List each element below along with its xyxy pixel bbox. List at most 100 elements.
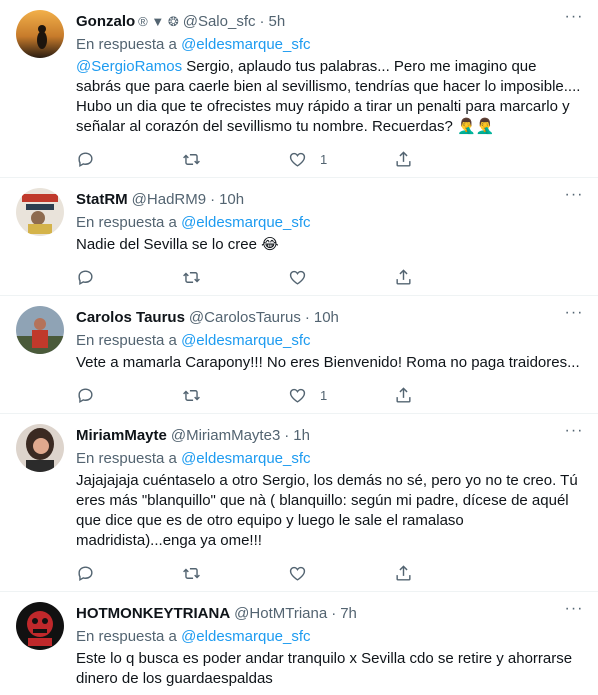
tweet-body: Vete a mamarla Carapony!!! No eres Bienv… [76,354,580,371]
reply-context: En respuesta a @eldesmarque_sfc [76,627,582,647]
tweet-actions [76,259,582,295]
share-icon [396,564,411,581]
reply-to-link[interactable]: @eldesmarque_sfc [181,450,310,467]
tweet-actions [76,555,582,591]
more-icon[interactable]: ··· [564,305,584,328]
author-name[interactable]: Gonzalo [76,12,135,32]
tweet-header: MiriamMayte @MiriamMayte3 · 1h [76,426,582,446]
reply-to-link[interactable]: @eldesmarque_sfc [181,214,310,231]
separator-dot: · [284,427,290,444]
tweet-text: Nadie del Sevilla se lo cree 😂 [76,235,582,255]
reply-prefix: En respuesta a [76,450,177,467]
reply-to-link[interactable]: @eldesmarque_sfc [181,36,310,53]
reply-icon [78,151,93,167]
retweet-button[interactable] [182,268,288,287]
reply-context: En respuesta a @eldesmarque_sfc [76,331,582,351]
reply-icon [78,269,93,285]
share-icon [396,386,411,403]
tweet-actions: 1 [76,377,582,413]
timestamp[interactable]: 5h [269,12,286,32]
share-button[interactable] [394,386,500,405]
tweet-body: Jajajajaja cuéntaselo a otro Sergio, los… [76,472,578,549]
like-count: 1 [320,387,328,403]
timestamp[interactable]: 10h [314,308,339,328]
like-icon [289,152,306,167]
author-name[interactable]: MiriamMayte [76,426,167,446]
share-icon [396,150,411,167]
reply-to-link[interactable]: @eldesmarque_sfc [181,332,310,349]
tweet[interactable]: ··· Gonzalo ® ▼ ❂ @Salo_sfc · 5h En resp… [0,0,598,178]
reply-prefix: En respuesta a [76,36,177,53]
avatar[interactable] [16,306,64,354]
reply-icon [78,565,93,581]
more-icon[interactable]: ··· [564,601,584,624]
tweet-body: Nadie del Sevilla se lo cree [76,236,257,253]
laughing-emoji: 😂 [261,236,279,253]
author-handle[interactable]: @HadRM9 [132,190,206,210]
author-handle[interactable]: @Salo_sfc [183,12,256,32]
reply-prefix: En respuesta a [76,214,177,231]
reply-context: En respuesta a @eldesmarque_sfc [76,449,582,469]
more-icon[interactable]: ··· [564,9,584,32]
reply-button[interactable] [76,564,182,583]
like-count: 1 [320,151,328,167]
name-badges: ® ▼ ❂ [138,14,179,29]
like-icon [289,566,306,581]
tweet[interactable]: ··· HOTMONKEYTRIANA @HotMTriana · 7h En … [0,592,598,695]
like-button[interactable] [288,564,394,583]
more-icon[interactable]: ··· [564,423,584,446]
like-button[interactable] [288,268,394,287]
tweet[interactable]: ··· MiriamMayte @MiriamMayte3 · 1h En re… [0,414,598,592]
like-button[interactable]: 1 [288,386,394,405]
share-button[interactable] [394,268,500,287]
tweet-body: Este lo q busca es poder andar tranquilo… [76,650,573,687]
avatar[interactable] [16,602,64,650]
author-name[interactable]: StatRM [76,190,128,210]
reply-context: En respuesta a @eldesmarque_sfc [76,213,582,233]
tweet-header: Gonzalo ® ▼ ❂ @Salo_sfc · 5h [76,12,582,32]
reply-prefix: En respuesta a [76,628,177,645]
reply-prefix: En respuesta a [76,332,177,349]
retweet-button[interactable] [182,564,288,583]
tweet-actions: 1 [76,141,582,177]
like-icon [289,388,306,403]
avatar[interactable] [16,424,64,472]
author-handle[interactable]: @MiriamMayte3 [171,426,280,446]
tweet[interactable]: ··· StatRM @HadRM9 · 10h En respuesta a … [0,178,598,296]
author-name[interactable]: Carolos Taurus [76,308,185,328]
separator-dot: · [331,605,337,622]
reply-to-link[interactable]: @eldesmarque_sfc [181,628,310,645]
share-button[interactable] [394,150,500,169]
timestamp[interactable]: 1h [293,426,310,446]
retweet-button[interactable] [182,386,288,405]
author-name[interactable]: HOTMONKEYTRIANA [76,604,230,624]
share-button[interactable] [394,564,500,583]
separator-dot: · [259,13,265,30]
retweet-icon [183,271,200,283]
author-handle[interactable]: @CarolosTaurus [189,308,301,328]
facepalm-emoji: 🤦‍♂️🤦‍♂️ [457,118,495,135]
retweet-icon [183,153,200,165]
reply-button[interactable] [76,386,182,405]
tweet-header: StatRM @HadRM9 · 10h [76,190,582,210]
separator-dot: · [304,309,310,326]
reply-button[interactable] [76,150,182,169]
tweet-text: @SergioRamos Sergio, aplaudo tus palabra… [76,57,582,137]
avatar[interactable] [16,10,64,58]
like-button[interactable]: 1 [288,150,394,169]
reply-icon [78,387,93,403]
timestamp[interactable]: 7h [340,604,357,624]
tweet[interactable]: ··· Carolos Taurus @CarolosTaurus · 10h … [0,296,598,414]
avatar[interactable] [16,188,64,236]
reply-button[interactable] [76,268,182,287]
tweet-text: Vete a mamarla Carapony!!! No eres Bienv… [76,353,582,373]
tweet-header: HOTMONKEYTRIANA @HotMTriana · 7h [76,604,582,624]
retweet-button[interactable] [182,150,288,169]
more-icon[interactable]: ··· [564,187,584,210]
author-handle[interactable]: @HotMTriana [234,604,327,624]
like-icon [289,270,306,285]
timestamp[interactable]: 10h [219,190,244,210]
mention-link[interactable]: @SergioRamos [76,58,182,75]
retweet-icon [183,389,200,401]
separator-dot: · [210,191,216,208]
